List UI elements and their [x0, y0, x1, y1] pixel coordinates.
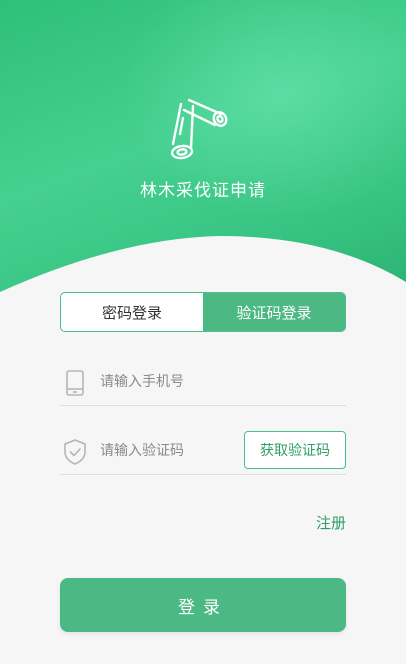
logs-icon — [170, 98, 228, 160]
phone-input[interactable] — [100, 367, 340, 397]
phone-icon — [66, 370, 84, 396]
phone-field — [60, 361, 346, 406]
app-title: 林木采伐证申请 — [140, 181, 266, 201]
tab-password-login[interactable]: 密码登录 — [61, 293, 203, 331]
get-code-button[interactable]: 获取验证码 — [244, 431, 346, 469]
shield-check-icon — [64, 439, 86, 465]
login-button[interactable]: 登录 — [60, 578, 346, 632]
tab-code-login[interactable]: 验证码登录 — [203, 293, 345, 331]
code-field: 获取验证码 — [60, 430, 346, 475]
register-link[interactable]: 注册 — [316, 512, 346, 533]
login-mode-tabs: 密码登录 验证码登录 — [60, 292, 346, 332]
header-banner: 林木采伐证申请 — [0, 0, 406, 300]
